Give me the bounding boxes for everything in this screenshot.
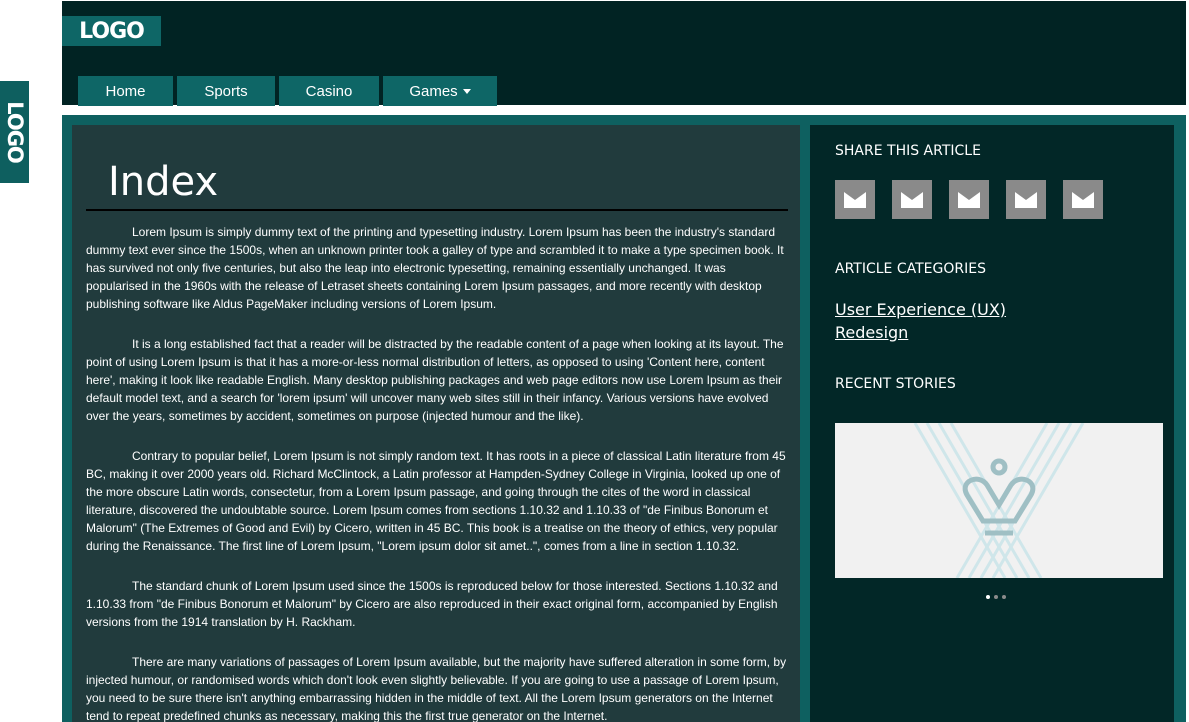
envelope-icon — [1015, 191, 1037, 208]
share-button[interactable] — [1063, 180, 1103, 219]
site-header: LOGO Home Sports Casino Games — [62, 1, 1186, 106]
nav-item-home[interactable]: Home — [78, 76, 173, 106]
share-button[interactable] — [892, 180, 932, 219]
share-button[interactable] — [835, 180, 875, 219]
carousel-dots — [986, 595, 1006, 599]
article-paragraph: There are many variations of passages of… — [86, 655, 787, 722]
recent-story-image[interactable] — [835, 423, 1163, 578]
main-nav: Home Sports Casino Games — [78, 76, 497, 106]
article-paragraph: It is a long established fact that a rea… — [86, 337, 784, 423]
side-logo[interactable]: LOGO — [0, 81, 29, 183]
nav-item-label: Home — [105, 82, 146, 100]
sidebar: SHARE THIS ARTICLE ARTICLE CATEGORIES Us… — [810, 125, 1174, 722]
share-buttons — [835, 180, 1103, 219]
categories-heading: ARTICLE CATEGORIES — [835, 261, 986, 277]
recent-stories-heading: RECENT STORIES — [835, 376, 956, 392]
article-paragraph: Contrary to popular belief, Lorem Ipsum … — [86, 449, 786, 553]
article-main: Index Lorem Ipsum is simply dummy text o… — [72, 125, 800, 722]
envelope-icon — [958, 191, 980, 208]
nav-item-label: Sports — [204, 82, 248, 100]
category-link-ux[interactable]: User Experience (UX) — [835, 300, 1006, 319]
nav-item-label: Casino — [305, 82, 353, 100]
share-heading: SHARE THIS ARTICLE — [835, 143, 981, 159]
share-button[interactable] — [1006, 180, 1046, 219]
title-divider — [86, 209, 788, 211]
content-frame: Index Lorem Ipsum is simply dummy text o… — [62, 115, 1186, 722]
nav-item-sports[interactable]: Sports — [177, 76, 275, 106]
side-logo-text: LOGO — [2, 101, 27, 163]
envelope-icon — [901, 191, 923, 208]
caret-down-icon — [462, 88, 471, 94]
nav-item-label: Games — [409, 82, 458, 100]
carousel-dot[interactable] — [1002, 595, 1006, 599]
carousel-dot[interactable] — [986, 595, 990, 599]
carousel-dot[interactable] — [994, 595, 998, 599]
envelope-icon — [1072, 191, 1094, 208]
article-paragraph: Lorem Ipsum is simply dummy text of the … — [86, 225, 784, 311]
page-title: Index — [108, 159, 219, 205]
nav-item-games[interactable]: Games — [383, 76, 497, 106]
article-body: Lorem Ipsum is simply dummy text of the … — [86, 223, 791, 722]
category-link-redesign[interactable]: Redesign — [835, 323, 908, 342]
header-logo[interactable]: LOGO — [62, 16, 161, 46]
nav-item-casino[interactable]: Casino — [279, 76, 379, 106]
share-button[interactable] — [949, 180, 989, 219]
crown-logo-image — [913, 423, 1085, 578]
article-paragraph: The standard chunk of Lorem Ipsum used s… — [86, 579, 778, 629]
envelope-icon — [844, 191, 866, 208]
